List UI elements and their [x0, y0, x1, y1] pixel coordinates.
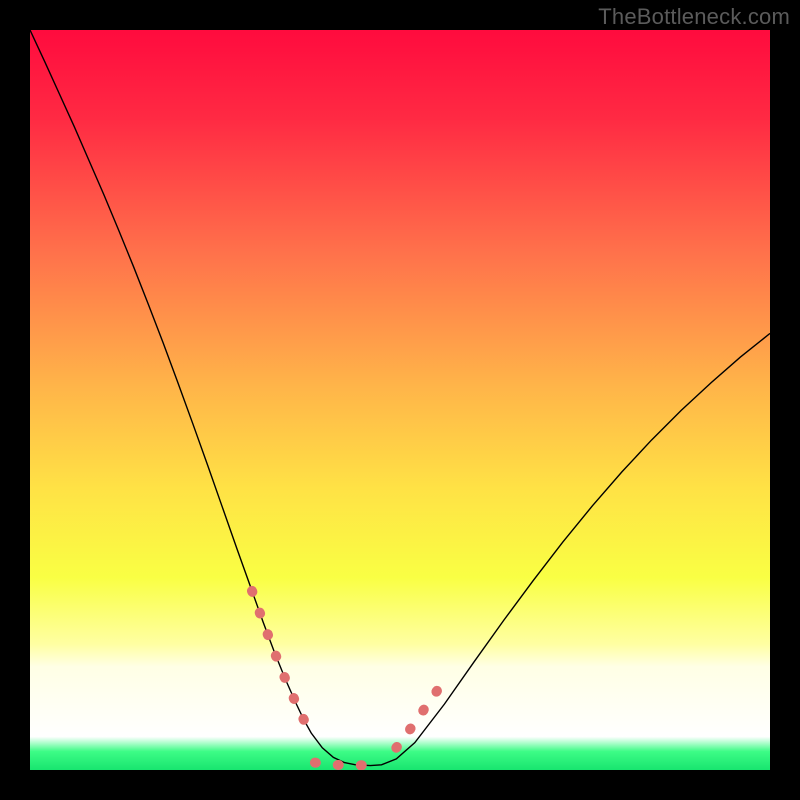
- chart-frame: TheBottleneck.com: [0, 0, 800, 800]
- plot-area: [30, 30, 770, 770]
- gradient-background: [30, 30, 770, 770]
- watermark-text: TheBottleneck.com: [598, 4, 790, 30]
- chart-svg: [30, 30, 770, 770]
